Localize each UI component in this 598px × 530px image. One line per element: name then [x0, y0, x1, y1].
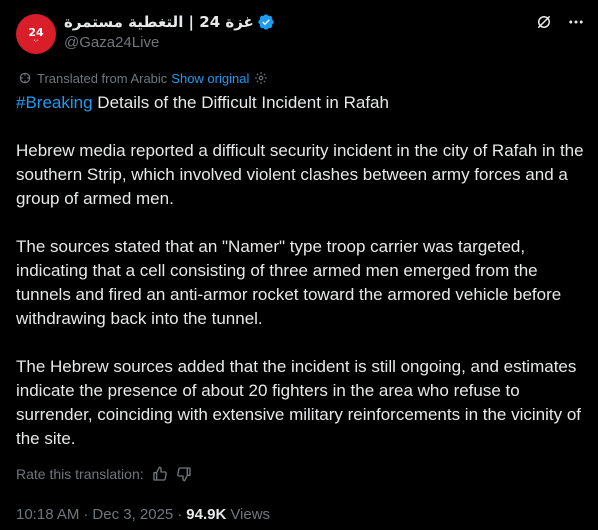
author-names: غزة 24 | التغطية مستمرة @Gaza24Live [64, 12, 275, 51]
headline-text: Details of the Difficult Incident in Raf… [92, 93, 389, 112]
hashtag-link[interactable]: #Breaking [16, 93, 93, 112]
views-label: Views [230, 505, 271, 523]
separator-dot: · [83, 505, 89, 523]
post-paragraph-2: The sources stated that an "Namer" type … [16, 237, 562, 328]
rate-translation-label: Rate this translation: [16, 466, 144, 482]
post-paragraph-1: Hebrew media reported a difficult securi… [16, 141, 584, 208]
post-headline: #Breaking Details of the Difficult Incid… [16, 91, 586, 115]
display-name-row[interactable]: غزة 24 | التغطية مستمرة [64, 12, 275, 32]
avatar-logo-number: 24 [28, 25, 44, 39]
gear-icon[interactable] [254, 71, 268, 85]
post-meta: 10:18 AM · Dec 3, 2025 · 94.9K Views [16, 504, 270, 524]
translation-notice: Translated from Arabic Show original [18, 69, 268, 87]
header-actions [534, 12, 586, 32]
translate-icon [18, 71, 32, 85]
avatar-logo-text: غزة [33, 37, 39, 42]
post-header: 24 غزة غزة 24 | التغطية مستمرة @Gaza24Li… [16, 12, 586, 54]
post-body: #Breaking Details of the Difficult Incid… [16, 91, 586, 451]
thumbs-down-icon[interactable] [176, 466, 192, 482]
views-count: 94.9K [186, 505, 227, 523]
post-paragraph-3: The Hebrew sources added that the incide… [16, 357, 582, 448]
show-original-link[interactable]: Show original [171, 71, 249, 86]
thumbs-up-icon[interactable] [152, 466, 168, 482]
translated-from-label: Translated from Arabic [37, 70, 168, 86]
rate-translation: Rate this translation: [16, 465, 192, 483]
post-time[interactable]: 10:18 AM [16, 506, 79, 523]
post-date[interactable]: Dec 3, 2025 [92, 506, 173, 523]
display-name[interactable]: غزة 24 | التغطية مستمرة [64, 13, 254, 31]
more-icon[interactable] [566, 12, 586, 32]
handle[interactable]: @Gaza24Live [64, 34, 275, 51]
grok-icon[interactable] [534, 12, 554, 32]
avatar[interactable]: 24 غزة [16, 14, 56, 54]
separator-dot: · [177, 505, 183, 523]
verified-badge-icon [257, 13, 275, 31]
